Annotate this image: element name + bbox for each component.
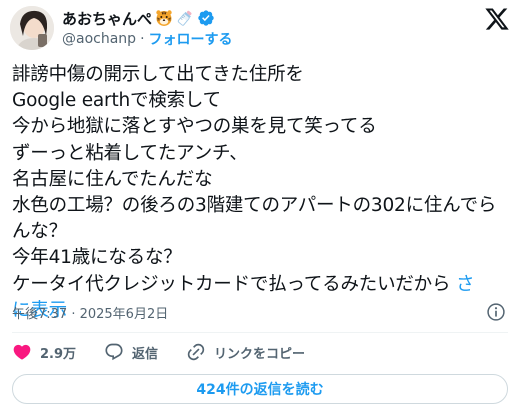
heart-icon <box>13 344 31 360</box>
tweet-line-text: ケータイ代クレジットカードで払ってるみたいだから <box>12 273 456 295</box>
follow-button[interactable]: フォローする <box>149 29 233 49</box>
reply-bubble-icon <box>105 343 123 361</box>
reply-label: 返信 <box>132 346 159 362</box>
like-count: 2.9万 <box>40 346 77 362</box>
verified-badge-icon <box>197 9 215 27</box>
action-bar: 2.9万 返信 リンクをコピー <box>12 341 333 363</box>
link-icon <box>187 343 205 361</box>
tweet-text: 誹謗中傷の開示して出てきた住所を Google earthで検索して 今から地獄… <box>12 62 512 324</box>
separator-dot: · <box>140 31 145 47</box>
display-name[interactable]: あおちゃんぺ <box>62 8 152 29</box>
copy-link-button[interactable]: リンクをコピー <box>186 342 305 362</box>
divider <box>12 332 508 333</box>
tweet-line: 名古屋に住んでたんだな <box>12 168 213 190</box>
tweet-line: んな？ <box>12 221 67 243</box>
tweet-line: Google earthで検索して <box>12 90 221 112</box>
tiger-face-icon <box>155 9 173 27</box>
show-more-link-start[interactable]: さ <box>456 274 475 295</box>
handle[interactable]: @aochanp <box>62 31 136 47</box>
tweet-line: ケータイ代クレジットカードで払ってるみたいだから さ <box>12 272 512 298</box>
tweet-line: ずーっと粘着してたアンチ、 <box>12 142 248 164</box>
tweet-line: 今年41歳になるな？ <box>12 247 182 269</box>
tweet-line-text: 水色の工場？の後ろの3階建てのアパートの302に住んでら <box>12 195 497 217</box>
x-logo-icon[interactable] <box>484 6 510 32</box>
tweet-line: 誹謗中傷の開示して出てきた住所を <box>12 64 304 85</box>
baby-bottle-icon <box>176 9 194 27</box>
like-button[interactable]: 2.9万 <box>12 342 76 362</box>
info-icon[interactable] <box>486 302 506 322</box>
author-name-row: あおちゃんぺ <box>62 8 215 28</box>
timestamp[interactable]: 午後7:37 · 2025年6月2日 <box>12 303 168 322</box>
tweet-line: 水色の工場？の後ろの3階建てのアパートの302に住んでら <box>12 193 512 219</box>
author-handle-row: @aochanp · フォローする <box>62 29 233 49</box>
avatar[interactable] <box>10 6 54 50</box>
tweet-line: 今から地獄に落とすやつの巣を見て笑ってる <box>12 116 377 138</box>
read-replies-button[interactable]: 424件の返信を読む <box>12 374 508 404</box>
tweet-card: あおちゃんぺ @aochanp · フォローする 誹謗中傷の開示して出てきた住所… <box>0 0 520 416</box>
reply-action-button[interactable]: 返信 <box>104 342 158 362</box>
copy-link-label: リンクをコピー <box>214 346 306 362</box>
